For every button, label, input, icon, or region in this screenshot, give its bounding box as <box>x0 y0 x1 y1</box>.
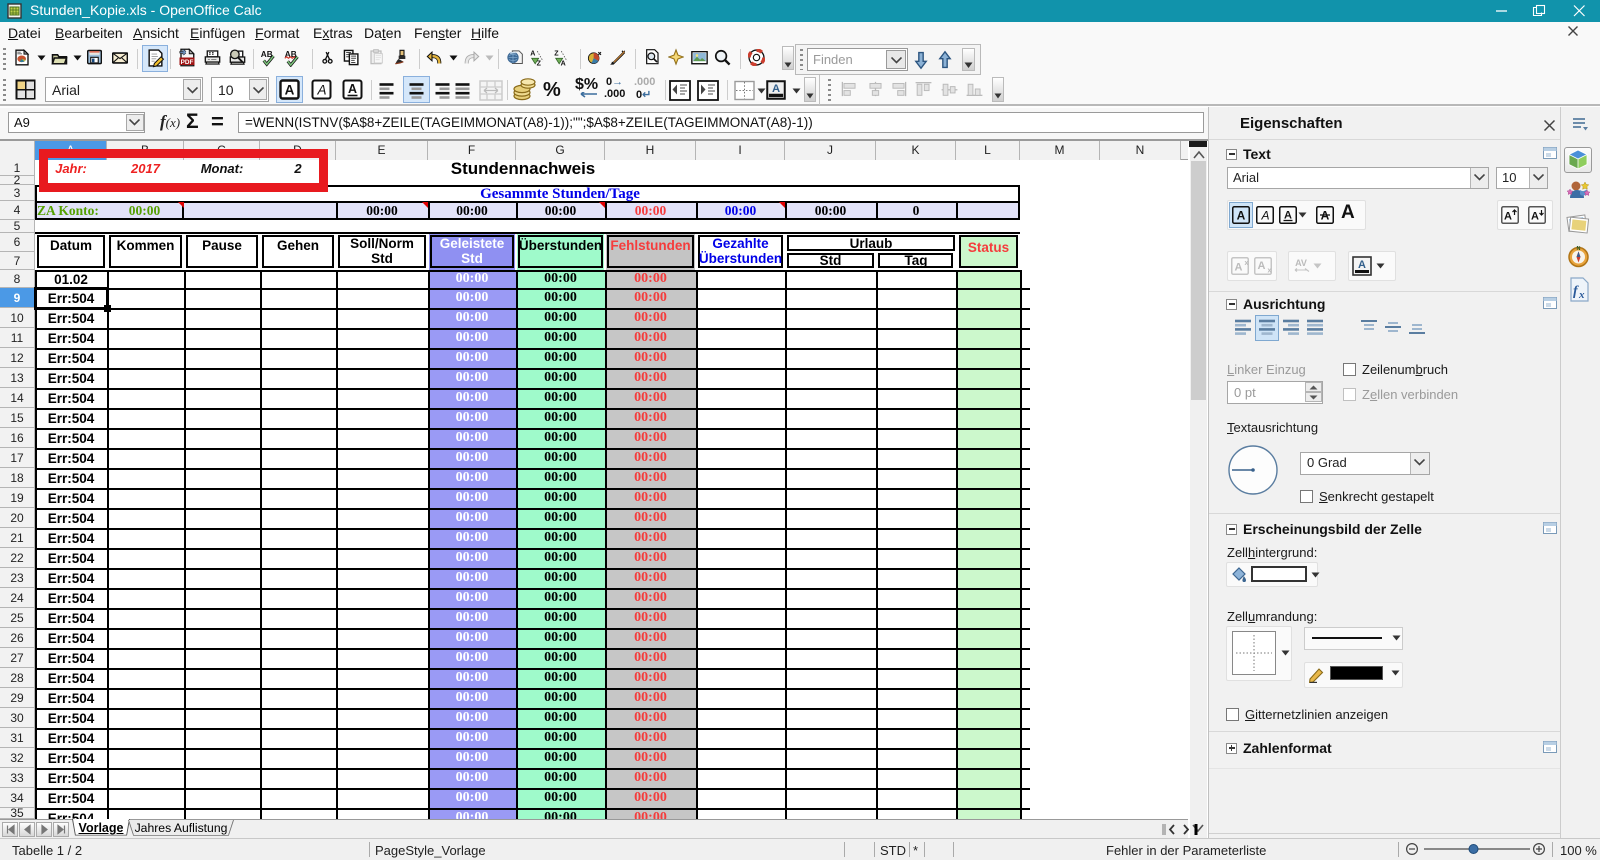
svg-text:A: A <box>1531 211 1539 223</box>
svg-text:A: A <box>1235 262 1243 274</box>
svg-text:A: A <box>1284 210 1292 222</box>
svg-text:PDF: PDF <box>181 59 194 66</box>
svg-text:x: x <box>1578 289 1585 301</box>
svg-text:AV: AV <box>1295 258 1307 268</box>
svg-text:A: A <box>1258 260 1266 272</box>
svg-text:Z: Z <box>554 49 559 57</box>
svg-text:A: A <box>1260 209 1269 223</box>
svg-text:A: A <box>348 82 357 96</box>
svg-text:N: N <box>1577 246 1581 252</box>
svg-text:A: A <box>1358 259 1366 271</box>
svg-text:A: A <box>1237 209 1246 223</box>
svg-text:A: A <box>285 83 295 98</box>
svg-text:x: x <box>1268 268 1272 275</box>
svg-text:A: A <box>772 83 780 95</box>
svg-text:A: A <box>316 83 326 98</box>
svg-text:A: A <box>530 49 535 57</box>
svg-text:x: x <box>1245 260 1249 267</box>
svg-text:A: A <box>1504 211 1512 223</box>
